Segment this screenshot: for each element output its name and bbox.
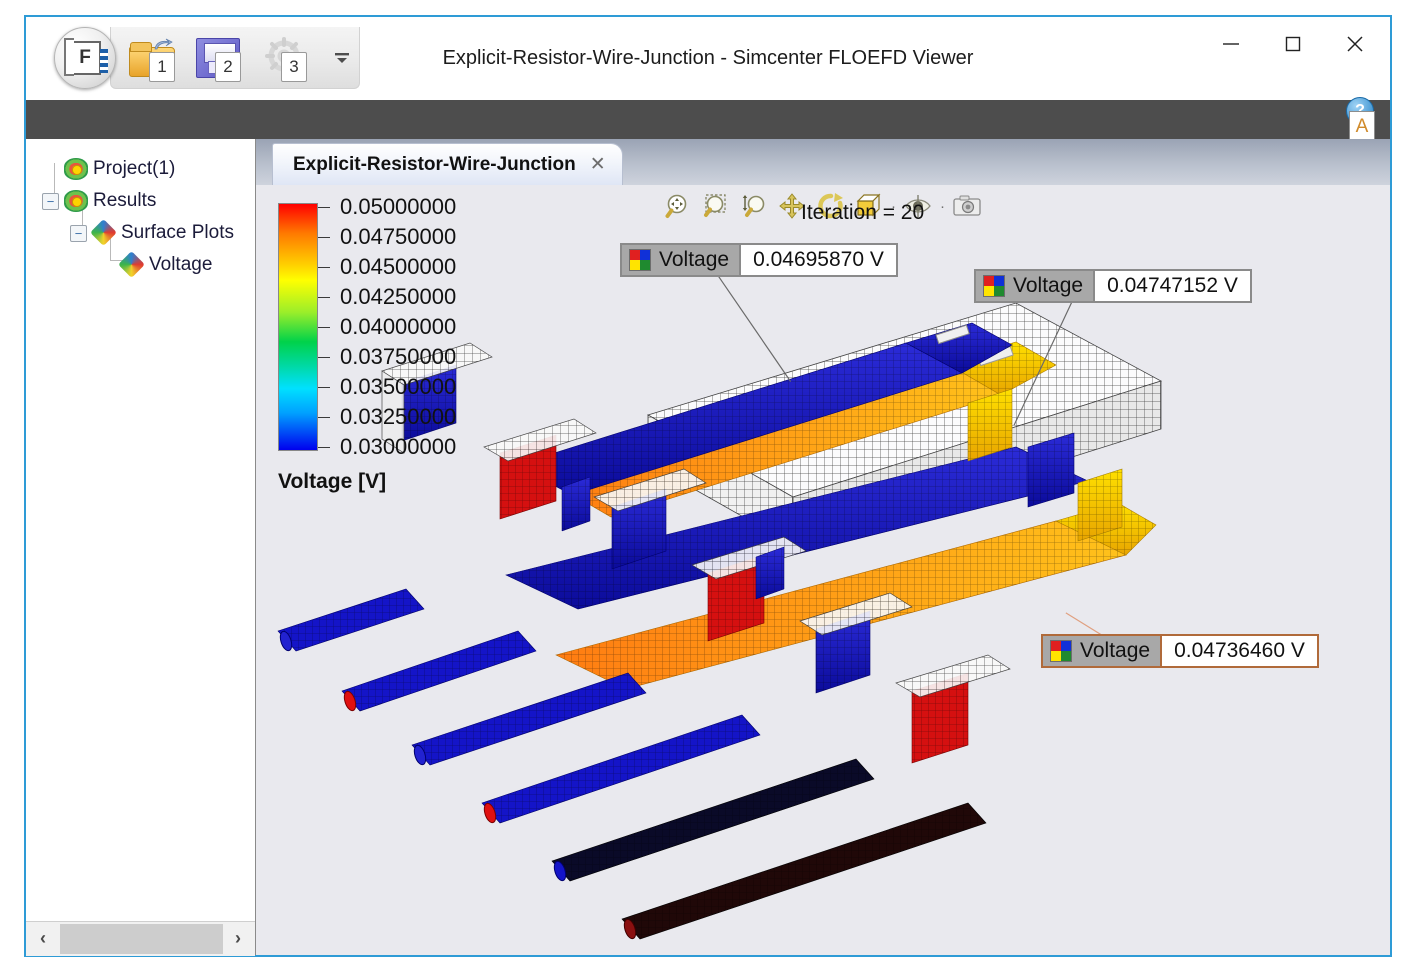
results-icon xyxy=(64,190,88,212)
maximize-button[interactable] xyxy=(1262,19,1324,69)
callout-header: Voltage xyxy=(622,245,742,275)
callout-value: 0.04747152 V xyxy=(1095,271,1250,301)
scroll-right-button[interactable]: › xyxy=(221,921,255,956)
voltage-swatch-icon xyxy=(1050,640,1072,662)
open-file-badge: 1 xyxy=(149,52,175,82)
window-controls xyxy=(1200,19,1386,69)
tab-strip: Explicit-Resistor-Wire-Junction ✕ xyxy=(256,139,1390,185)
surface-plot-icon xyxy=(92,222,116,244)
sidebar-item-label: Voltage xyxy=(149,254,213,275)
viewer-panel: Explicit-Resistor-Wire-Junction ✕ · · 0.… xyxy=(256,139,1390,955)
save-badge: 2 xyxy=(215,52,241,82)
results-expander[interactable]: − xyxy=(42,192,59,210)
surface-plots-expander[interactable]: − xyxy=(70,224,87,242)
scroll-left-button[interactable]: ‹ xyxy=(26,921,60,956)
title-bar: F 1 2 3 Explicit-Resistor-Wire-Junction … xyxy=(26,17,1390,100)
callout-voltage-3[interactable]: Voltage 0.04736460 V xyxy=(1041,634,1319,668)
project-tree: Project(1) − Results − Surface Plots Vol… xyxy=(26,139,255,281)
callout-value: 0.04736460 V xyxy=(1162,636,1317,666)
main-body: Project(1) − Results − Surface Plots Vol… xyxy=(26,139,1390,956)
folder-arrow-icon xyxy=(154,38,173,50)
scrollbar-thumb[interactable] xyxy=(60,923,223,954)
maximize-icon xyxy=(1285,36,1301,52)
callout-header: Voltage xyxy=(976,271,1096,301)
sidebar-item-label: Project(1) xyxy=(93,158,176,179)
minimize-button[interactable] xyxy=(1200,19,1262,69)
sidebar-item-label: Results xyxy=(93,190,157,211)
surface-plot-icon xyxy=(120,254,144,276)
render-canvas[interactable]: · · 0.05000000 0.04750000 0.04500000 0.0… xyxy=(256,185,1390,955)
sidebar-item-label: Surface Plots xyxy=(121,222,234,243)
project-icon xyxy=(64,158,88,180)
callout-parameter-name: Voltage xyxy=(1013,274,1084,297)
quick-access-toolbar: F 1 2 3 xyxy=(54,25,360,91)
callout-parameter-name: Voltage xyxy=(1080,639,1151,662)
settings-badge: 3 xyxy=(281,52,307,82)
app-logo-bars-icon xyxy=(100,49,108,73)
callout-voltage-2[interactable]: Voltage 0.04747152 V xyxy=(974,269,1252,303)
tab-label: Explicit-Resistor-Wire-Junction xyxy=(293,153,576,175)
app-root: F 1 2 3 Explicit-Resistor-Wire-Junction … xyxy=(0,0,1415,972)
sidebar-item-project[interactable]: Project(1) xyxy=(30,153,255,185)
save-button[interactable]: 2 xyxy=(188,30,248,86)
scrollbar-track[interactable] xyxy=(60,921,223,956)
callout-parameter-name: Voltage xyxy=(659,248,730,271)
sidebar-item-results[interactable]: − Results xyxy=(30,185,255,217)
quick-access-more-button[interactable] xyxy=(328,43,356,73)
application-window: F 1 2 3 Explicit-Resistor-Wire-Junction … xyxy=(24,15,1392,957)
app-logo-icon: F xyxy=(64,38,108,76)
callout-voltage-1[interactable]: Voltage 0.04695870 V xyxy=(620,243,898,277)
tab-close-icon[interactable]: ✕ xyxy=(590,153,606,176)
voltage-swatch-icon xyxy=(983,275,1005,297)
sidebar-item-surface-plots[interactable]: − Surface Plots xyxy=(30,217,255,249)
callout-header: Voltage xyxy=(1043,636,1163,666)
close-button[interactable] xyxy=(1324,19,1386,69)
open-file-button[interactable]: 1 xyxy=(122,30,182,86)
application-menu-button[interactable]: F xyxy=(54,27,116,89)
app-badge-letter: F xyxy=(79,47,91,68)
minimize-icon xyxy=(1223,43,1239,45)
tab-explicit-resistor-wire-junction[interactable]: Explicit-Resistor-Wire-Junction ✕ xyxy=(272,143,623,185)
chevron-down-icon xyxy=(335,53,349,63)
callout-value: 0.04695870 V xyxy=(741,245,896,275)
project-tree-panel: Project(1) − Results − Surface Plots Vol… xyxy=(26,139,256,956)
voltage-swatch-icon xyxy=(629,249,651,271)
sidebar-item-voltage[interactable]: Voltage xyxy=(30,249,255,281)
close-icon xyxy=(1347,36,1363,52)
ribbon-bar: ? A xyxy=(26,97,1390,154)
sidebar-horizontal-scrollbar[interactable]: ‹ › xyxy=(26,921,255,956)
settings-button[interactable]: 3 xyxy=(254,30,314,86)
